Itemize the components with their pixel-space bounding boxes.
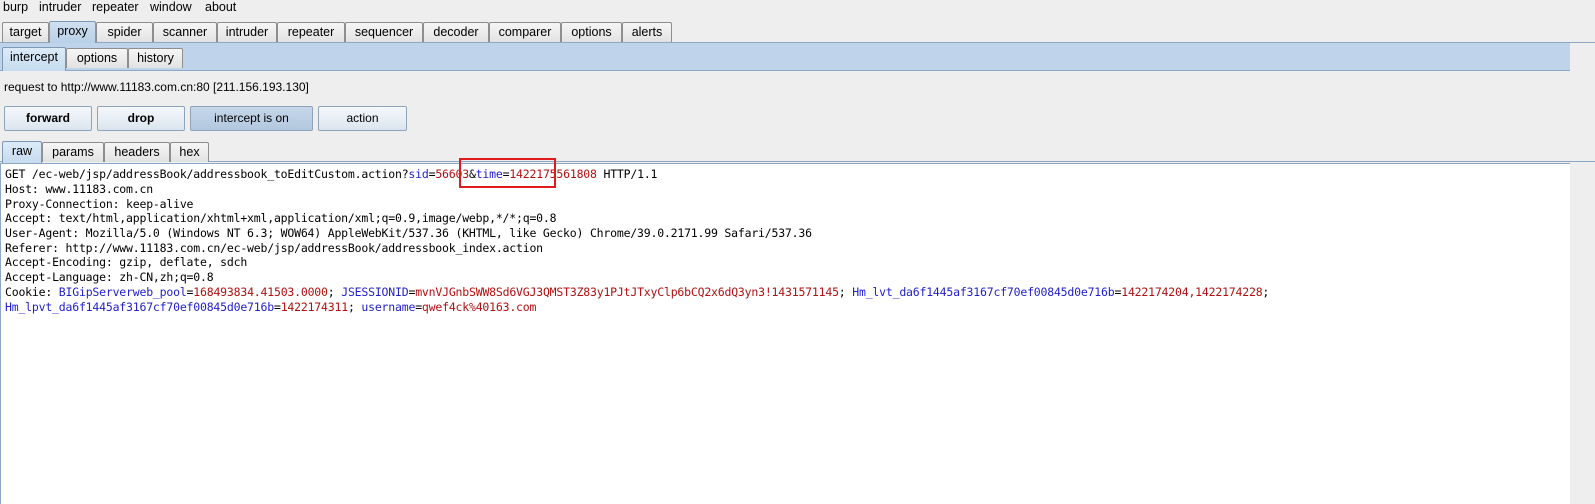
header-accept-language: Accept-Language: zh-CN,zh;q=0.8 — [5, 270, 214, 284]
tab-comparer[interactable]: comparer — [489, 22, 561, 42]
request-method-path: GET /ec-web/jsp/addressBook/addressbook_… — [5, 167, 409, 181]
tab-hex[interactable]: hex — [170, 142, 209, 162]
request-protocol: HTTP/1.1 — [596, 167, 658, 181]
cookie-sep: ; — [347, 300, 362, 314]
tab-sequencer[interactable]: sequencer — [345, 22, 423, 42]
menu-repeater[interactable]: repeater — [91, 0, 140, 18]
cookie-value: mvnVJGnbSWW8Sd6VGJ3QMST3Z83y1PJtJTxyClp6… — [415, 285, 839, 299]
tab-spider[interactable]: spider — [96, 22, 153, 42]
header-host: Host: www.11183.com.cn — [5, 182, 153, 196]
cookie-key: BIGipServerweb_pool — [58, 285, 187, 299]
cookie-value: 1422174204,1422174228 — [1121, 285, 1263, 299]
menu-intruder[interactable]: intruder — [38, 0, 82, 18]
cookie-value: 168493834.41503.0000 — [193, 285, 328, 299]
tab-proxy[interactable]: proxy — [49, 21, 96, 43]
menu-burp[interactable]: burp — [2, 0, 29, 18]
tab-decoder[interactable]: decoder — [423, 22, 489, 42]
header-accept-encoding: Accept-Encoding: gzip, deflate, sdch — [5, 255, 248, 269]
tab-headers[interactable]: headers — [104, 142, 170, 162]
cookie-key: JSESSIONID — [341, 285, 409, 299]
tab-intruder[interactable]: intruder — [217, 22, 277, 42]
menu-window[interactable]: window — [149, 0, 193, 18]
tab-options[interactable]: options — [561, 22, 622, 42]
tab-repeater[interactable]: repeater — [277, 22, 345, 42]
tab-params[interactable]: params — [42, 142, 104, 162]
cookie-label: Cookie: — [5, 285, 59, 299]
tab-intercept[interactable]: intercept — [2, 47, 66, 71]
raw-request-editor[interactable]: GET /ec-web/jsp/addressBook/addressbook_… — [0, 163, 1570, 504]
header-accept: Accept: text/html,application/xhtml+xml,… — [5, 211, 557, 225]
cookie-sep: ; — [1262, 285, 1270, 299]
editor-tab-strip: raw params headers hex — [0, 140, 1595, 163]
menu-about[interactable]: about — [204, 0, 237, 18]
proxy-tab-strip: intercept options history — [0, 43, 1595, 71]
cookie-sep: ; — [838, 285, 853, 299]
header-user-agent: User-Agent: Mozilla/5.0 (Windows NT 6.3;… — [5, 226, 812, 240]
tab-baseline — [0, 70, 1595, 71]
tab-alerts[interactable]: alerts — [622, 22, 672, 42]
tab-proxy-options[interactable]: options — [66, 48, 128, 68]
cookie-key: username — [361, 300, 416, 314]
tab-scanner[interactable]: scanner — [153, 22, 217, 42]
request-target-label: request to http://www.11183.com.cn:80 [2… — [4, 80, 309, 94]
header-cookie-continued: Hm_lpvt_da6f1445af3167cf70ef00845d0e716b… — [5, 300, 536, 315]
cookie-value: 1422174311 — [280, 300, 348, 314]
tab-raw[interactable]: raw — [2, 141, 42, 163]
tab-target[interactable]: target — [2, 22, 49, 42]
intercept-toggle-button[interactable]: intercept is on — [190, 106, 313, 131]
action-button[interactable]: action — [318, 106, 407, 131]
header-referer: Referer: http://www.11183.com.cn/ec-web/… — [5, 241, 543, 255]
header-proxy-connection: Proxy-Connection: keep-alive — [5, 197, 194, 211]
sid-highlight-box — [459, 158, 556, 188]
cookie-value: qwef4ck%40163.com — [421, 300, 537, 314]
cookie-eq: = — [415, 300, 422, 314]
forward-button[interactable]: forward — [4, 106, 92, 131]
cookie-key: Hm_lvt_da6f1445af3167cf70ef00845d0e716b — [852, 285, 1115, 299]
cookie-eq: = — [273, 300, 281, 314]
request-line: GET /ec-web/jsp/addressBook/addressbook_… — [5, 167, 657, 182]
main-tab-strip: target proxy spider scanner intruder rep… — [0, 18, 1595, 43]
param-sid-key: sid — [408, 167, 429, 181]
cookie-key: Hm_lpvt_da6f1445af3167cf70ef00845d0e716b — [5, 300, 274, 314]
menu-bar: burp intruder repeater window about — [0, 0, 1595, 18]
right-panel-edge — [1570, 43, 1595, 504]
header-cookie: Cookie: BIGipServerweb_pool=168493834.41… — [5, 285, 1269, 300]
tab-baseline — [0, 161, 1595, 162]
tab-history[interactable]: history — [128, 48, 183, 68]
cookie-sep: ; — [327, 285, 342, 299]
drop-button[interactable]: drop — [97, 106, 185, 131]
